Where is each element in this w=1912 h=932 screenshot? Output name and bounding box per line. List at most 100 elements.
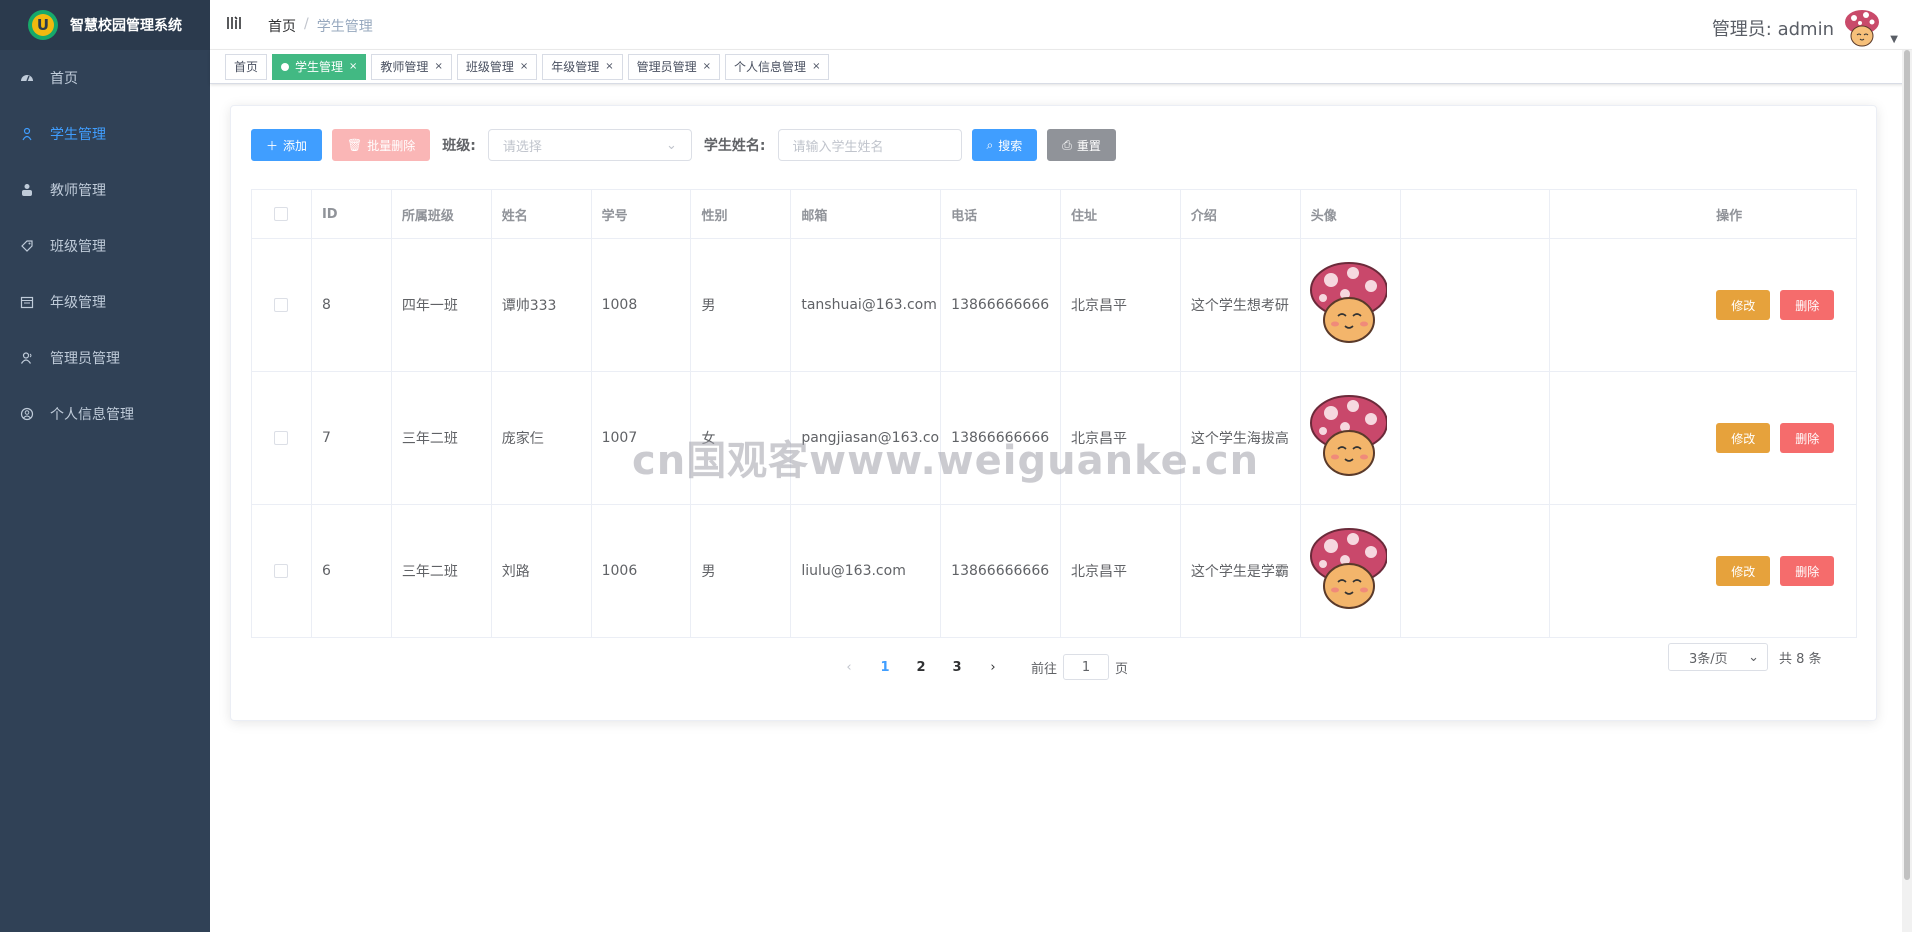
tab-3[interactable]: 班级管理 × [456,53,538,80]
close-icon[interactable]: × [703,61,711,72]
select-all-checkbox-cell [252,190,312,238]
th-sex: 性别 [691,190,792,238]
page-number[interactable]: 2 [903,660,939,675]
tab-6[interactable]: 个人信息管理 × [725,53,830,80]
row-checkbox[interactable] [274,298,289,312]
class-select-placeholder: 请选择 [502,139,542,155]
page-list: 123 [867,660,975,675]
cell-class: 三年二班 [392,505,492,637]
close-icon[interactable]: × [812,61,820,72]
cell-gap [1550,239,1706,371]
tab-5[interactable]: 管理员管理 × [627,53,721,80]
hamburger-icon[interactable] [226,15,242,31]
active-dot-icon [281,62,290,71]
sidebar-item-6[interactable]: 个人信息管理 [0,386,210,442]
goto-prefix: 前往 [1031,661,1058,677]
cell-email: tanshuai@163.com [791,239,942,371]
tab-2[interactable]: 教师管理 × [371,53,452,80]
sidebar-item-4[interactable]: 年级管理 [0,274,210,330]
sidebar-item-0[interactable]: 首页 [0,50,210,106]
row-checkbox-cell [252,505,312,637]
watermark: cn国观客www.weiguanke.cn [632,438,1260,484]
select-all-checkbox[interactable] [274,207,289,221]
tab-0[interactable]: 首页 [225,53,268,80]
table-row: 8 四年一班 谭帅333 1008 男 tanshuai@163.com 138666666… [252,239,1856,372]
cell-class: 三年二班 [392,372,492,504]
close-icon[interactable]: × [349,61,357,72]
sidebar-item-label: 个人信息管理 [50,407,134,423]
teacher-icon [20,183,34,197]
th-ops: 操作 [1716,208,1743,224]
cell-empty [1401,239,1551,371]
th-empty [1401,190,1551,238]
goto-input[interactable]: 1 [1063,654,1110,680]
sidebar-item-2[interactable]: 教师管理 [0,162,210,218]
breadcrumb-separator: / [304,16,309,32]
class-select[interactable]: 请选择 ⌄ [487,129,692,161]
page-number[interactable]: 3 [939,660,975,675]
cell-email: liulu@163.com [791,505,942,637]
sidebar-item-1[interactable]: 学生管理 [0,106,210,162]
cell-name: 刘路 [492,505,592,637]
name-filter-label: 学生姓名: [703,138,766,154]
reset-button[interactable]: ⎙ 重置 [1047,129,1116,161]
next-page-icon[interactable]: › [975,660,1011,675]
cell-address: 北京昌平 [1061,239,1181,371]
close-icon[interactable]: × [434,61,442,72]
cell-id: 8 [312,239,392,371]
cell-phone: 13866666666 [941,239,1062,371]
prev-page-icon[interactable]: ‹ [831,660,867,675]
page-number[interactable]: 1 [867,660,903,675]
cell-intro: 这个学生是学霸 [1181,505,1301,637]
avatar[interactable] [1842,8,1882,48]
row-checkbox[interactable] [274,564,289,578]
th-avatar: 头像 [1301,190,1401,238]
breadcrumb-current: 学生管理 [316,19,373,35]
app-title: 智慧校园管理系统 [70,18,182,34]
th-name: 姓名 [492,190,592,238]
edit-button[interactable]: 修改 [1716,423,1771,453]
scrollbar[interactable] [1902,50,1912,932]
user-menu[interactable]: 管理员: admin ▼ [1711,8,1898,48]
caret-down-icon[interactable]: ▼ [1890,34,1898,45]
tab-1[interactable]: 学生管理 × [272,53,367,80]
sidebar-item-label: 管理员管理 [50,351,120,367]
reset-button-label: 重置 [1076,138,1101,153]
cell-empty [1401,372,1551,504]
name-search-input[interactable]: 请输入学生姓名 [777,129,962,161]
add-button-label: 添加 [283,138,308,153]
delete-button[interactable]: 删除 [1780,423,1835,453]
edit-button[interactable]: 修改 [1716,290,1771,320]
tags-view: 首页 学生管理 × 教师管理 × 班级管理 × 年级管理 × 管理员管理 × 个人信息管理 × [210,50,1912,84]
row-checkbox[interactable] [274,431,289,445]
delete-button[interactable]: 删除 [1780,556,1835,586]
sidebar-item-3[interactable]: 班级管理 [0,218,210,274]
edit-button[interactable]: 修改 [1716,556,1771,586]
avatar-cell [1301,505,1401,637]
cell-ops: 修改 删除 [1706,505,1856,637]
tab-4[interactable]: 年级管理 × [542,53,623,80]
dashboard-icon [20,71,34,85]
tab-label: 年级管理 [551,60,600,74]
sidebar-item-5[interactable]: 管理员管理 [0,330,210,386]
batch-delete-button[interactable]: 🗑 批量删除 [332,129,431,161]
sidebar-item-label: 学生管理 [50,127,106,143]
th-address: 住址 [1061,190,1181,238]
close-icon[interactable]: × [520,61,528,72]
tab-label: 个人信息管理 [734,60,807,74]
class-filter-label: 班级: [442,138,476,154]
search-button[interactable]: ⌕ 搜索 [971,129,1038,161]
page-size-select[interactable]: 3条/页 ⌄ [1668,643,1768,671]
cell-class: 四年一班 [392,239,492,371]
breadcrumb-home[interactable]: 首页 [268,16,296,36]
delete-button[interactable]: 删除 [1780,290,1835,320]
table-row: 6 三年二班 刘路 1006 男 liulu@163.com 13866666666 北京昌平… [252,505,1856,637]
user-icon [20,351,34,365]
scrollbar-thumb[interactable] [1904,50,1910,880]
add-button[interactable]: ＋ 添加 [251,129,323,161]
search-icon: ⌕ [986,137,994,152]
close-icon[interactable]: × [605,61,613,72]
th-email: 邮箱 [791,190,942,238]
avatar-cell [1301,239,1401,371]
user-label: 管理员: admin [1711,19,1834,40]
